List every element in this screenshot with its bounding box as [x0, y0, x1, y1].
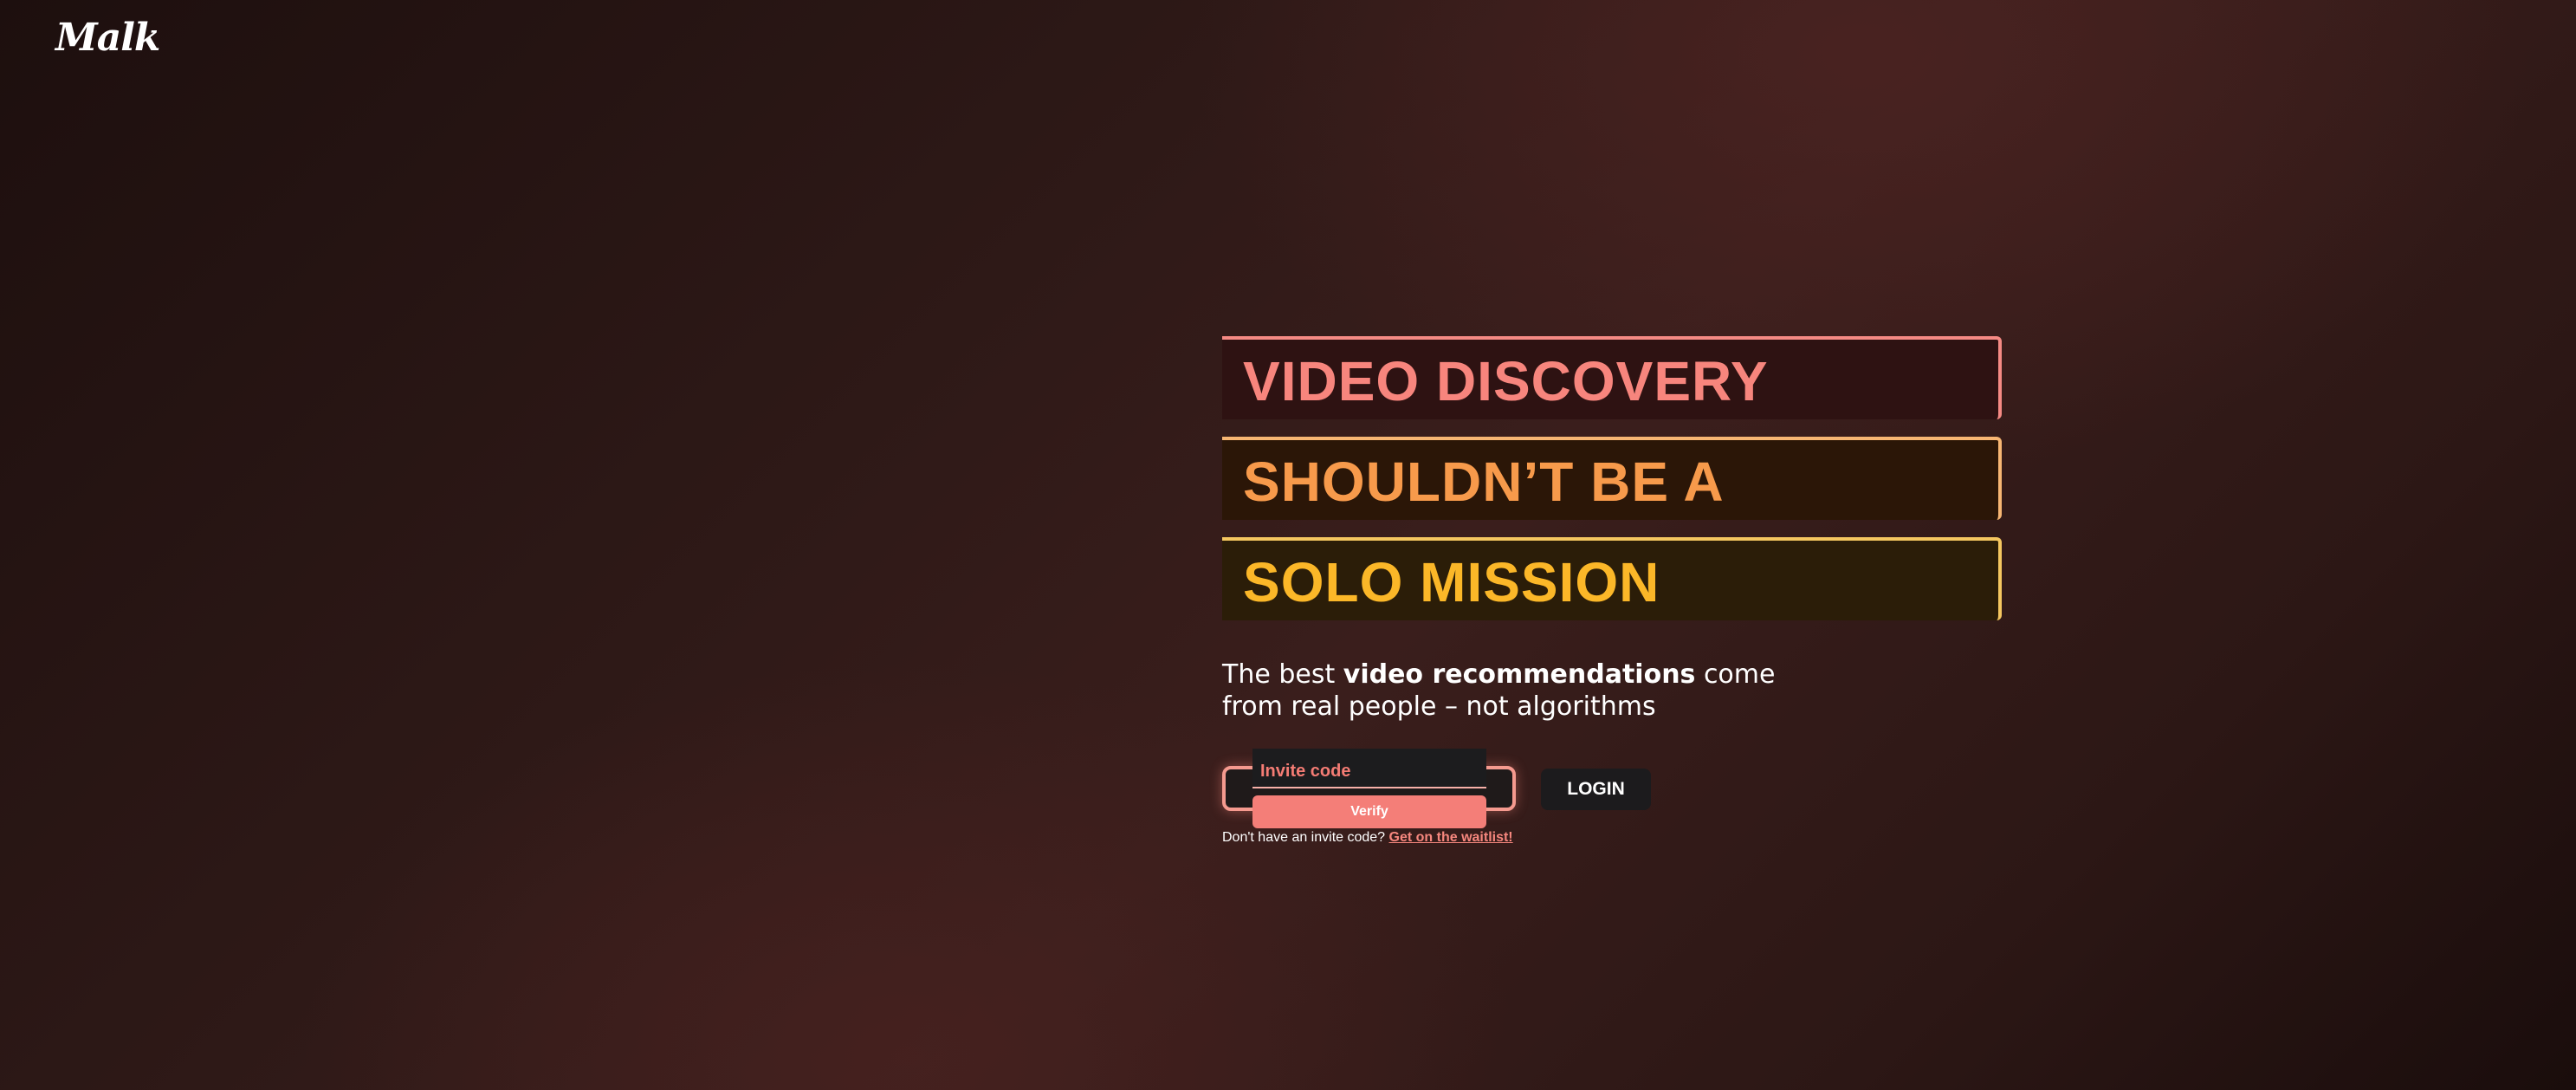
- headline-line-3-text: SOLO MISSION: [1243, 551, 1660, 613]
- tagline: The best video recommendations come from…: [1222, 659, 1777, 723]
- headline-line-3: SOLO MISSION: [1222, 537, 2002, 620]
- tagline-part-1: The best: [1222, 659, 1343, 690]
- headline-line-1: VIDEO DISCOVERY: [1222, 336, 2002, 419]
- headline: VIDEO DISCOVERY SHOULDN’T BE A SOLO MISS…: [1222, 336, 2002, 638]
- waitlist-prompt: Don't have an invite code? Get on the wa…: [1222, 830, 1513, 846]
- tagline-bold: video recommendations: [1343, 659, 1696, 690]
- verify-button[interactable]: Verify: [1252, 795, 1486, 828]
- headline-line-1-text: VIDEO DISCOVERY: [1243, 350, 1769, 412]
- brand-logo[interactable]: Malk: [55, 16, 160, 60]
- tagline-line-2: from real people – not algorithms: [1222, 691, 1656, 722]
- tagline-part-2: come: [1695, 659, 1776, 690]
- headline-line-2: SHOULDN’T BE A: [1222, 437, 2002, 520]
- headline-line-2-text: SHOULDN’T BE A: [1243, 451, 1725, 513]
- invite-code-input[interactable]: Invite code: [1252, 749, 1486, 788]
- waitlist-link[interactable]: Get on the waitlist!: [1389, 830, 1513, 845]
- login-button[interactable]: LOGIN: [1541, 769, 1651, 810]
- waitlist-prompt-text: Don't have an invite code?: [1222, 830, 1389, 845]
